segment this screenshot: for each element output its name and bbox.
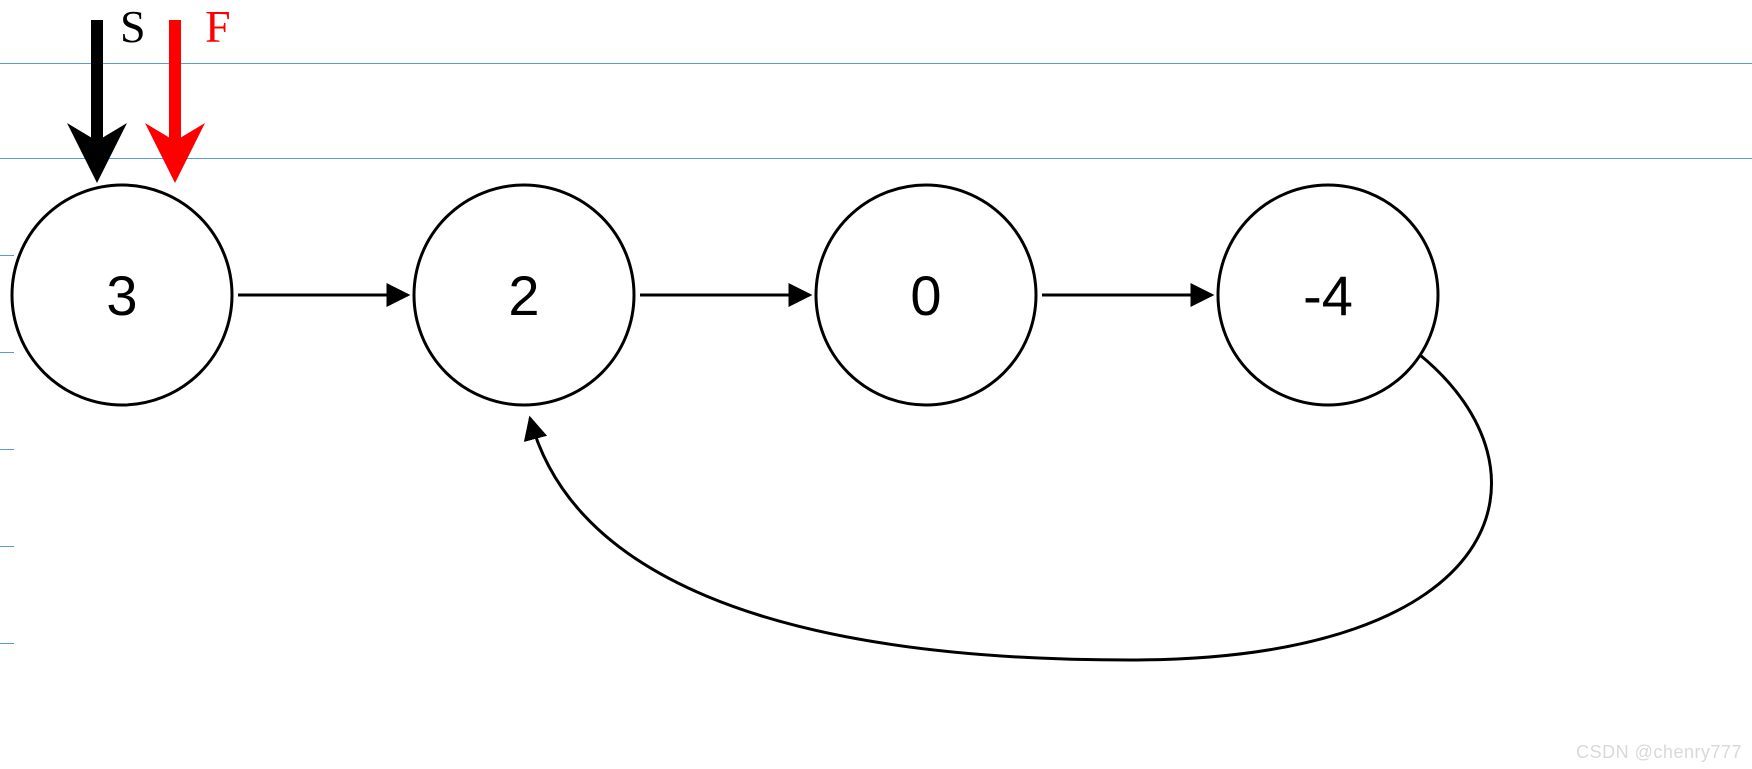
pointer-fast: F <box>175 1 231 165</box>
pointer-slow-label: S <box>120 1 146 52</box>
node-2-value: 0 <box>910 264 941 327</box>
edge-3-1-cycle <box>530 355 1491 660</box>
pointer-slow: S <box>97 1 146 165</box>
node-3: -4 <box>1218 185 1438 405</box>
node-1: 2 <box>414 185 634 405</box>
node-2: 0 <box>816 185 1036 405</box>
node-3-value: -4 <box>1303 264 1353 327</box>
watermark: CSDN @chenry777 <box>1576 742 1742 763</box>
node-0: 3 <box>12 185 232 405</box>
diagram-canvas: 3 2 0 -4 S F <box>0 0 1752 769</box>
node-0-value: 3 <box>106 264 137 327</box>
pointer-fast-label: F <box>205 1 231 52</box>
node-1-value: 2 <box>508 264 539 327</box>
